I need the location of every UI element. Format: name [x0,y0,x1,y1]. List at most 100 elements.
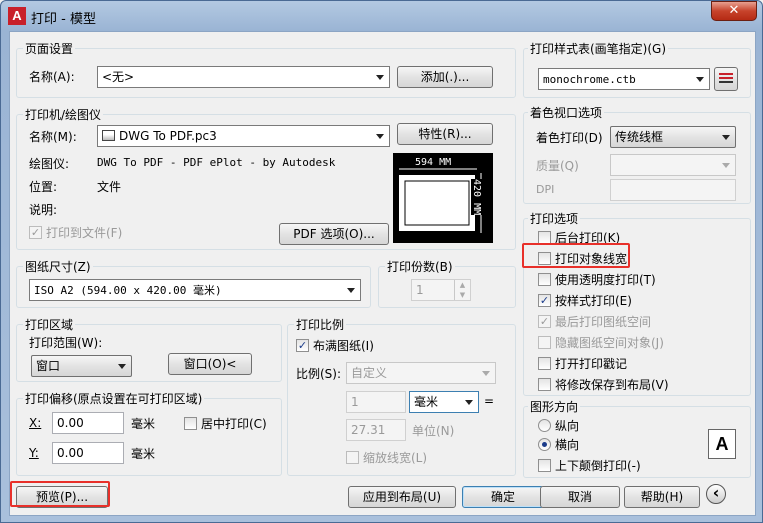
printer-title: 打印机/绘图仪 [23,106,104,123]
plot-style-editor-icon [719,73,733,83]
landscape-radio[interactable] [538,438,551,451]
offset-x-input[interactable]: 0.00 [52,412,124,434]
portrait-label: 纵向 [555,419,580,433]
autocad-app-icon: A [8,7,26,25]
plotter-value: DWG To PDF - PDF ePlot - by Autodesk [97,156,336,169]
orientation-group: 图形方向 纵向 横向 上下颠倒打印(-) A [523,398,751,478]
plot-stamp-checkbox[interactable] [538,357,551,370]
apply-to-layout-button[interactable]: 应用到布局(U) [348,486,456,508]
plot-offset-title: 打印偏移(原点设置在可打印区域) [23,390,205,407]
scale-select[interactable]: 自定义 [346,362,496,384]
printer-name-label: 名称(M): [29,130,77,144]
scale-unit-value: 毫米 [414,395,439,409]
chevron-down-icon [722,135,730,140]
upside-down-label: 上下颠倒打印(-) [555,459,641,473]
upside-down-checkbox[interactable] [538,459,551,472]
center-plot-checkbox[interactable] [184,417,197,430]
plot-range-select[interactable]: 窗口 [31,355,132,377]
plot-scale-title: 打印比例 [294,316,347,333]
page-setup-title: 页面设置 [23,40,76,57]
close-button[interactable]: ✕ [711,1,757,21]
paper-size-select[interactable]: ISO A2 (594.00 x 420.00 毫米) [29,279,361,301]
copies-input[interactable]: 1 ▲ ▼ [411,279,471,301]
hide-paperspace-objects-label: 隐藏图纸空间对象(J) [555,336,664,350]
location-value: 文件 [97,180,122,194]
printer-properties-button[interactable]: 特性(R)... [397,123,493,145]
title-bar[interactable]: A 打印 - 模型 ✕ [1,1,763,31]
hide-paperspace-objects-checkbox[interactable] [538,336,551,349]
scale-lineweights-checkbox[interactable] [346,451,359,464]
description-label: 说明: [29,203,58,217]
page-setup-name-label: 名称(A): [29,70,75,84]
chevron-down-icon [376,134,384,139]
copies-group: 打印份数(B) 1 ▲ ▼ [378,258,516,308]
shaded-viewport-title: 着色视口选项 [528,104,605,121]
plot-style-table-select[interactable]: monochrome.ctb [538,68,710,90]
chevron-down-icon [465,400,473,405]
plot-with-styles-checkbox[interactable]: ✓ [538,294,551,307]
spin-up-icon[interactable]: ▲ [455,280,470,290]
collapse-arrow-icon[interactable]: ‹ [706,484,726,504]
portrait-radio[interactable] [538,419,551,432]
plot-transparency-label: 使用透明度打印(T) [555,273,656,287]
scale-value2-input[interactable]: 27.31 [346,419,406,441]
copies-value: 1 [416,283,424,297]
plot-paperspace-last-checkbox[interactable]: ✓ [538,315,551,328]
scale-value: 自定义 [351,366,388,380]
window-select-button[interactable]: 窗口(O)< [168,353,252,375]
offset-x-unit: 毫米 [131,417,156,431]
plot-area-group: 打印区域 打印范围(W): 窗口 窗口(O)< [16,316,282,382]
scale-unit-label: 单位(N) [412,424,455,438]
printer-group: 打印机/绘图仪 名称(M): DWG To PDF.pc3 特性(R)... 绘… [16,106,516,250]
offset-y-input[interactable]: 0.00 [52,442,124,464]
edit-plot-style-button[interactable] [714,67,738,91]
chevron-down-icon [722,163,730,168]
plot-options-title: 打印选项 [528,210,581,227]
printer-name-value: DWG To PDF.pc3 [119,129,217,143]
plot-style-table-value: monochrome.ctb [543,73,636,86]
paper-size-value: ISO A2 (594.00 x 420.00 毫米) [34,284,222,297]
chevron-down-icon [696,77,704,82]
shade-plot-select[interactable]: 传统线框 [610,126,736,148]
preview-highlight-box [10,481,110,507]
dpi-input[interactable] [610,179,736,201]
landscape-label: 横向 [555,438,580,452]
page-setup-group: 页面设置 名称(A): <无> 添加(.)... [16,40,516,98]
chevron-down-icon [347,288,355,293]
lineweights-highlight-box [522,243,630,268]
scale-value1-input[interactable]: 1 [346,391,406,413]
page-setup-add-button[interactable]: 添加(.)... [397,66,493,88]
paper-size-group: 图纸尺寸(Z) ISO A2 (594.00 x 420.00 毫米) [16,258,371,308]
save-changes-to-layout-label: 将修改保存到布局(V) [555,378,669,392]
plot-transparency-checkbox[interactable] [538,273,551,286]
save-changes-to-layout-checkbox[interactable] [538,378,551,391]
paper-height-label: 420 MM [471,179,482,216]
quality-label: 质量(Q) [536,159,579,173]
plot-to-file-checkbox[interactable]: ✓ [29,226,42,239]
fit-to-paper-checkbox[interactable]: ✓ [296,339,309,352]
plot-style-table-group: 打印样式表(画笔指定)(G) monochrome.ctb [523,40,751,98]
plotter-label: 绘图仪: [29,157,70,171]
paper-preview: 594 MM 420 MM [393,153,493,243]
plot-with-styles-label: 按样式打印(E) [555,294,632,308]
chevron-down-icon [118,364,126,369]
page-setup-name-select[interactable]: <无> [97,66,390,88]
orientation-title: 图形方向 [528,398,581,415]
cancel-button[interactable]: 取消 [540,486,620,508]
plot-scale-group: 打印比例 ✓ 布满图纸(I) 比例(S): 自定义 1 毫米 = 27.31 单… [287,316,516,476]
copies-spinner[interactable]: ▲ ▼ [454,280,470,300]
spin-down-icon[interactable]: ▼ [455,290,470,300]
plot-offset-group: 打印偏移(原点设置在可打印区域) X: 0.00 毫米 居中打印(C) Y: 0… [16,390,282,476]
offset-x-label: X: [29,416,42,430]
dpi-label: DPI [536,183,555,196]
help-button[interactable]: 帮助(H) [624,486,700,508]
page-setup-name-value: <无> [102,70,135,84]
center-plot-label: 居中打印(C) [201,417,267,431]
quality-select[interactable] [610,154,736,176]
printer-name-select[interactable]: DWG To PDF.pc3 [97,125,390,147]
ok-button[interactable]: 确定 [462,486,544,508]
plot-paperspace-last-label: 最后打印图纸空间 [555,315,652,329]
pdf-options-button[interactable]: PDF 选项(O)... [279,223,389,245]
shade-plot-label: 着色打印(D) [536,131,603,145]
scale-unit-select[interactable]: 毫米 [409,391,479,413]
